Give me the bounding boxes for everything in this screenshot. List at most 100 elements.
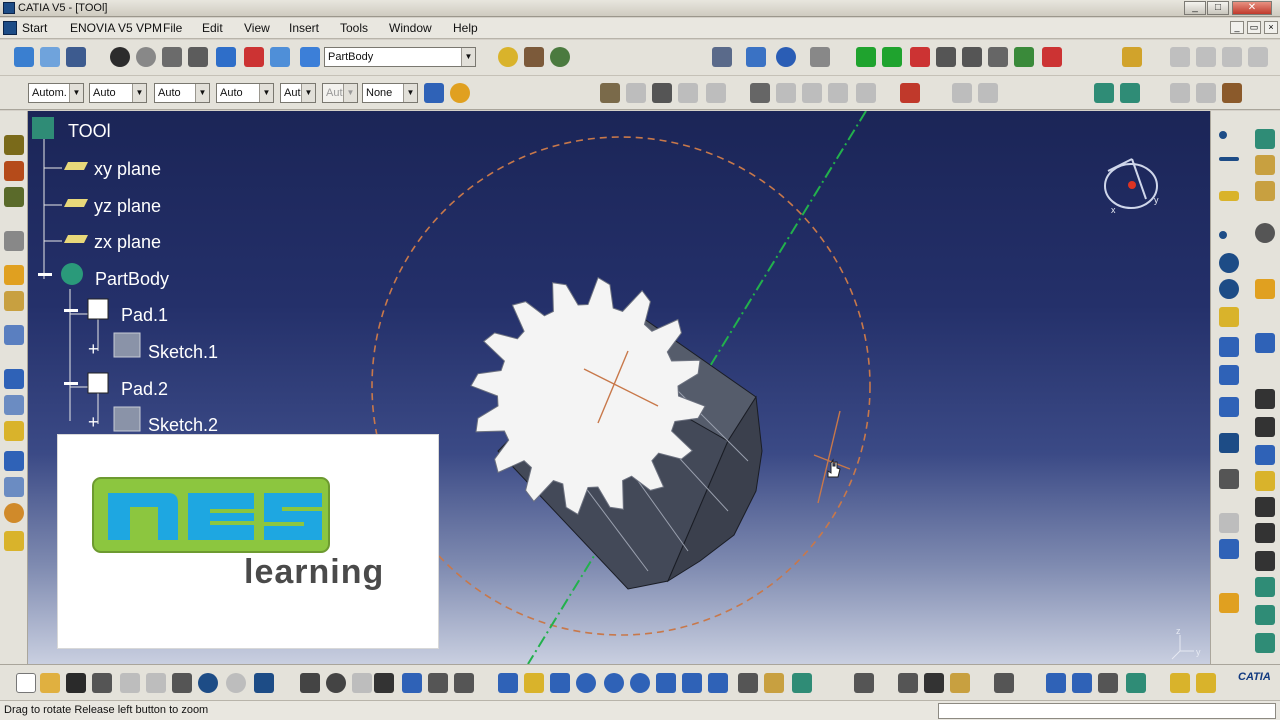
undo-icon[interactable]	[198, 673, 218, 693]
sphere-icon[interactable]	[498, 47, 518, 67]
remove-face-icon[interactable]	[856, 83, 876, 103]
tree-root-label[interactable]: TOOl	[68, 121, 111, 141]
join-icon[interactable]	[1219, 469, 1239, 489]
catalog-browser-icon[interactable]	[1042, 47, 1062, 67]
iso-view-icon[interactable]	[708, 673, 728, 693]
menu-enovia[interactable]: ENOVIA V5 VPM	[70, 21, 162, 35]
lock-icon[interactable]	[428, 673, 448, 693]
tree-item-yz-plane[interactable]: yz plane	[94, 196, 161, 216]
scaling-icon[interactable]	[4, 451, 24, 471]
line-icon[interactable]	[1219, 157, 1239, 161]
compass-move-icon[interactable]	[882, 47, 902, 67]
define-in-work-icon[interactable]	[300, 47, 320, 67]
thickness-icon[interactable]	[802, 83, 822, 103]
part-icon[interactable]	[32, 117, 54, 139]
section-icon[interactable]	[924, 673, 944, 693]
shell-icon[interactable]	[776, 83, 796, 103]
settings-icon[interactable]	[1255, 223, 1275, 243]
maximize-button[interactable]: □	[1207, 1, 1229, 15]
tree-item-sketch-2[interactable]: Sketch.2	[148, 415, 218, 435]
material-icon[interactable]	[524, 47, 544, 67]
swap-icon[interactable]	[244, 47, 264, 67]
pattern-surface-icon[interactable]	[1255, 577, 1275, 597]
boundary-icon[interactable]	[1255, 445, 1275, 465]
boolean-icon[interactable]	[4, 477, 24, 497]
pan-icon[interactable]	[136, 47, 156, 67]
part-body-select[interactable]: PartBody ▼	[324, 47, 476, 67]
hole-feature-icon[interactable]	[4, 231, 24, 251]
table-icon[interactable]	[1219, 433, 1239, 453]
mirror-surface-icon[interactable]	[1255, 605, 1275, 625]
layer-select[interactable]: None ▼	[362, 83, 418, 103]
pocket-feature-icon[interactable]	[4, 161, 24, 181]
paste-icon[interactable]	[172, 673, 192, 693]
circle-icon[interactable]	[1219, 253, 1239, 273]
tree-item-pad-1[interactable]: Pad.1	[121, 305, 168, 325]
chamfer-icon[interactable]	[4, 291, 24, 311]
sketch-analysis-icon[interactable]	[900, 83, 920, 103]
new-file-icon[interactable]	[16, 673, 36, 693]
sketch-point-icon[interactable]	[1219, 231, 1227, 239]
snap-icon[interactable]	[910, 47, 930, 67]
translate-icon[interactable]	[988, 47, 1008, 67]
help-icon[interactable]	[254, 673, 274, 693]
menu-window[interactable]: Window	[389, 21, 432, 35]
arc-icon[interactable]	[1219, 279, 1239, 299]
clash-icon[interactable]	[898, 673, 918, 693]
draft-icon[interactable]	[750, 83, 770, 103]
render-icon[interactable]	[1196, 47, 1216, 67]
environment-icon[interactable]	[1248, 47, 1268, 67]
spline-tool-icon[interactable]	[1219, 307, 1239, 327]
globe-icon[interactable]	[550, 47, 570, 67]
product-icon[interactable]	[40, 47, 60, 67]
fly-mode-icon[interactable]	[498, 673, 518, 693]
translate-surface-icon[interactable]	[1255, 523, 1275, 543]
cut-icon[interactable]	[120, 673, 140, 693]
copy-icon[interactable]	[146, 673, 166, 693]
bottle-icon[interactable]	[950, 673, 970, 693]
expand-icon[interactable]: +	[88, 339, 99, 359]
child-close-button[interactable]: ×	[1264, 21, 1278, 34]
line-thickness-select[interactable]: Auto ▼	[154, 83, 210, 103]
rib-icon[interactable]	[706, 83, 726, 103]
reference-point-icon[interactable]	[4, 503, 24, 523]
menu-tools[interactable]: Tools	[340, 21, 368, 35]
measure-icon[interactable]	[854, 673, 874, 693]
menu-edit[interactable]: Edit	[202, 21, 223, 35]
cylinder-icon[interactable]	[1255, 333, 1275, 353]
update-icon[interactable]	[454, 673, 474, 693]
thread-icon[interactable]	[828, 83, 848, 103]
command-input[interactable]	[938, 703, 1276, 719]
formula-icon[interactable]	[600, 83, 620, 103]
revolve-icon[interactable]	[1219, 365, 1239, 385]
pocket-icon[interactable]	[652, 83, 672, 103]
instantiate-icon[interactable]	[402, 673, 422, 693]
flag-note-icon[interactable]	[1196, 83, 1216, 103]
apply-material-icon[interactable]	[1170, 47, 1190, 67]
knowledge-icon[interactable]	[1094, 83, 1114, 103]
extrude-icon[interactable]	[1219, 337, 1239, 357]
constraint-icon[interactable]	[952, 83, 972, 103]
select-arrow-icon[interactable]	[1255, 279, 1275, 299]
print-icon[interactable]	[92, 673, 112, 693]
fillet-icon[interactable]	[4, 265, 24, 285]
groove-icon[interactable]	[678, 83, 698, 103]
redo-icon[interactable]	[226, 673, 246, 693]
zoom-out-icon[interactable]	[630, 673, 650, 693]
properties-icon[interactable]	[450, 83, 470, 103]
pad-icon[interactable]	[4, 135, 24, 155]
sticker-icon[interactable]	[1196, 673, 1216, 693]
plane-icon[interactable]	[4, 531, 24, 551]
swap-visible-icon[interactable]	[792, 673, 812, 693]
text-annotation-icon[interactable]	[1170, 83, 1190, 103]
collapse-icon[interactable]	[38, 273, 52, 276]
rotate-surface-icon[interactable]	[1255, 551, 1275, 571]
child-minimize-button[interactable]: _	[1230, 21, 1244, 34]
document-icon[interactable]	[3, 21, 17, 35]
law-icon[interactable]	[352, 673, 372, 693]
fit-all-in-icon[interactable]	[524, 673, 544, 693]
painter-icon[interactable]	[424, 83, 444, 103]
trim-icon[interactable]	[1255, 417, 1275, 437]
scale-surface-icon[interactable]	[1255, 633, 1275, 653]
pan-view-icon[interactable]	[550, 673, 570, 693]
